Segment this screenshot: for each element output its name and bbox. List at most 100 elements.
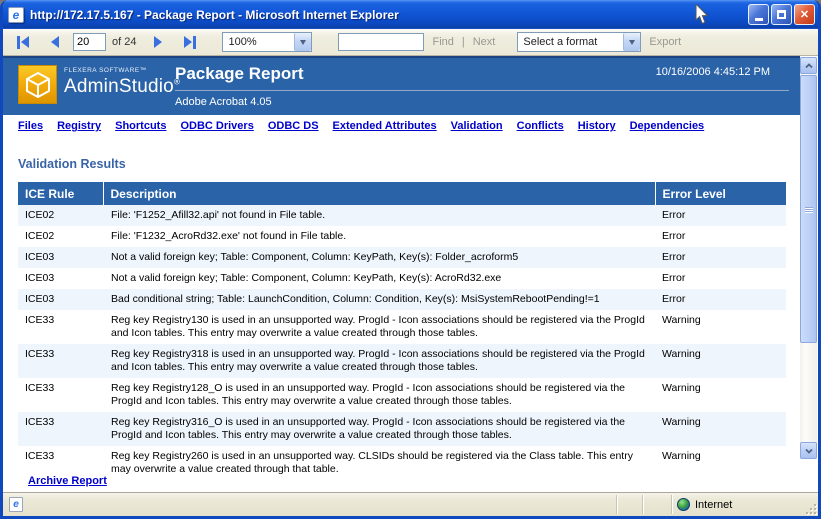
cell-ice-rule: ICE33	[18, 412, 103, 446]
nav-link-dependencies[interactable]: Dependencies	[630, 120, 705, 132]
ie-document-icon: e	[9, 497, 23, 512]
cell-description: Reg key Registry130 is used in an unsupp…	[103, 310, 655, 344]
nav-link-validation[interactable]: Validation	[451, 120, 503, 132]
nav-link-extended-attributes[interactable]: Extended Attributes	[333, 120, 437, 132]
internet-zone-icon	[677, 498, 690, 511]
cell-description: Not a valid foreign key; Table: Componen…	[103, 247, 655, 268]
cube-icon	[23, 70, 53, 100]
nav-link-files[interactable]: Files	[18, 120, 43, 132]
resize-grip[interactable]	[804, 502, 817, 515]
cell-ice-rule: ICE03	[18, 247, 103, 268]
last-page-button[interactable]	[184, 36, 196, 49]
report-nav: Files Registry Shortcuts ODBC Drivers ODBC D…	[18, 120, 704, 132]
cell-ice-rule: ICE02	[18, 205, 103, 226]
dropdown-arrow-icon[interactable]	[294, 33, 311, 51]
status-zone-panel: Internet	[673, 495, 810, 514]
adminstudio-logo	[18, 65, 57, 104]
format-value: Select a format	[518, 36, 623, 48]
first-page-button[interactable]	[17, 36, 29, 49]
format-select[interactable]: Select a format	[517, 32, 641, 52]
table-row: ICE33Reg key Registry260 is used in an u…	[18, 446, 786, 480]
cell-ice-rule: ICE03	[18, 268, 103, 289]
thumb-grip-icon	[805, 207, 813, 212]
table-row: ICE33Reg key Registry128_O is used in an…	[18, 378, 786, 412]
table-row: ICE33Reg key Registry130 is used in an u…	[18, 310, 786, 344]
report-page: FLEXERA SOFTWARE™ AdminStudio® Package R…	[3, 56, 818, 492]
cell-error-level: Warning	[655, 378, 786, 412]
title-bar[interactable]: e http://172.17.5.167 - Package Report -…	[0, 0, 821, 29]
dropdown-arrow-icon[interactable]	[623, 33, 640, 51]
zoom-select[interactable]: 100%	[222, 32, 312, 52]
cell-description: File: 'F1252_Afill32.api' not found in F…	[103, 205, 655, 226]
cell-ice-rule: ICE02	[18, 226, 103, 247]
table-header-row: ICE Rule Description Error Level	[18, 182, 786, 205]
last-page-icon	[184, 36, 192, 48]
section-heading: Validation Results	[18, 157, 126, 171]
nav-link-history[interactable]: History	[578, 120, 616, 132]
col-description: Description	[103, 182, 655, 205]
status-main-panel: e	[5, 495, 617, 514]
nav-link-registry[interactable]: Registry	[57, 120, 101, 132]
previous-page-icon	[51, 36, 59, 48]
scroll-down-button[interactable]	[800, 442, 817, 459]
status-panel-2	[643, 495, 672, 514]
first-page-icon	[21, 36, 29, 48]
cell-error-level: Error	[655, 289, 786, 310]
cell-description: File: 'F1232_AcroRd32.exe' not found in …	[103, 226, 655, 247]
next-page-button[interactable]	[154, 36, 162, 48]
export-button[interactable]: Export	[649, 36, 681, 48]
validation-table-body: ICE02File: 'F1252_Afill32.api' not found…	[18, 205, 786, 480]
brand-flexera-label: FLEXERA SOFTWARE™	[64, 67, 180, 74]
find-button[interactable]: Find	[432, 36, 453, 48]
first-page-icon	[17, 36, 20, 49]
archive-report-link[interactable]: Archive Report	[28, 475, 107, 487]
brand-adminstudio-label: AdminStudio®	[64, 76, 180, 98]
minimize-button[interactable]	[748, 4, 769, 25]
window-title: http://172.17.5.167 - Package Report - M…	[30, 8, 748, 22]
ie-page-icon: e	[8, 7, 24, 23]
status-panel-1	[617, 495, 643, 514]
col-error-level: Error Level	[655, 182, 786, 205]
nav-link-shortcuts[interactable]: Shortcuts	[115, 120, 166, 132]
table-row: ICE02File: 'F1252_Afill32.api' not found…	[18, 205, 786, 226]
table-row: ICE33Reg key Registry318 is used in an u…	[18, 344, 786, 378]
header-divider	[175, 90, 789, 91]
chevron-down-icon	[805, 447, 813, 455]
minimize-icon	[755, 18, 763, 21]
cell-error-level: Warning	[655, 446, 786, 480]
search-input[interactable]	[338, 33, 424, 51]
table-row: ICE03Not a valid foreign key; Table: Com…	[18, 268, 786, 289]
close-icon: ✕	[800, 8, 809, 21]
browser-window: e http://172.17.5.167 - Package Report -…	[0, 0, 821, 519]
brand-block: FLEXERA SOFTWARE™ AdminStudio®	[64, 67, 180, 98]
scroll-up-button[interactable]	[800, 57, 817, 74]
nav-link-conflicts[interactable]: Conflicts	[517, 120, 564, 132]
table-row: ICE33Reg key Registry316_O is used in an…	[18, 412, 786, 446]
cell-error-level: Error	[655, 247, 786, 268]
nav-link-odbc-drivers[interactable]: ODBC Drivers	[180, 120, 253, 132]
maximize-button[interactable]	[771, 4, 792, 25]
table-row: ICE03Bad conditional string; Table: Laun…	[18, 289, 786, 310]
vertical-scrollbar[interactable]	[800, 57, 817, 459]
next-button[interactable]: Next	[473, 36, 496, 48]
last-page-icon	[193, 36, 196, 49]
cell-description: Bad conditional string; Table: LaunchCon…	[103, 289, 655, 310]
zoom-value: 100%	[223, 36, 294, 48]
cell-description: Reg key Registry260 is used in an unsupp…	[103, 446, 655, 480]
previous-page-button[interactable]	[51, 36, 59, 48]
scrollbar-thumb[interactable]	[800, 75, 817, 343]
nav-link-odbc-ds[interactable]: ODBC DS	[268, 120, 319, 132]
report-datetime: 10/16/2006 4:45:12 PM	[656, 66, 770, 78]
report-toolbar: of 24 100% Find | Next Select a format E…	[3, 29, 818, 56]
col-ice-rule: ICE Rule	[18, 182, 103, 205]
package-name: Adobe Acrobat 4.05	[175, 96, 790, 108]
validation-table: ICE Rule Description Error Level ICE02Fi…	[18, 182, 786, 480]
brand-adminstudio-text: AdminStudio	[64, 76, 174, 97]
cell-description: Not a valid foreign key; Table: Componen…	[103, 268, 655, 289]
cell-description: Reg key Registry128_O is used in an unsu…	[103, 378, 655, 412]
page-number-input[interactable]	[73, 33, 106, 51]
status-bar: e Internet	[3, 492, 818, 516]
close-button[interactable]: ✕	[794, 4, 815, 25]
cell-ice-rule: ICE33	[18, 310, 103, 344]
find-next-separator: |	[462, 36, 465, 48]
